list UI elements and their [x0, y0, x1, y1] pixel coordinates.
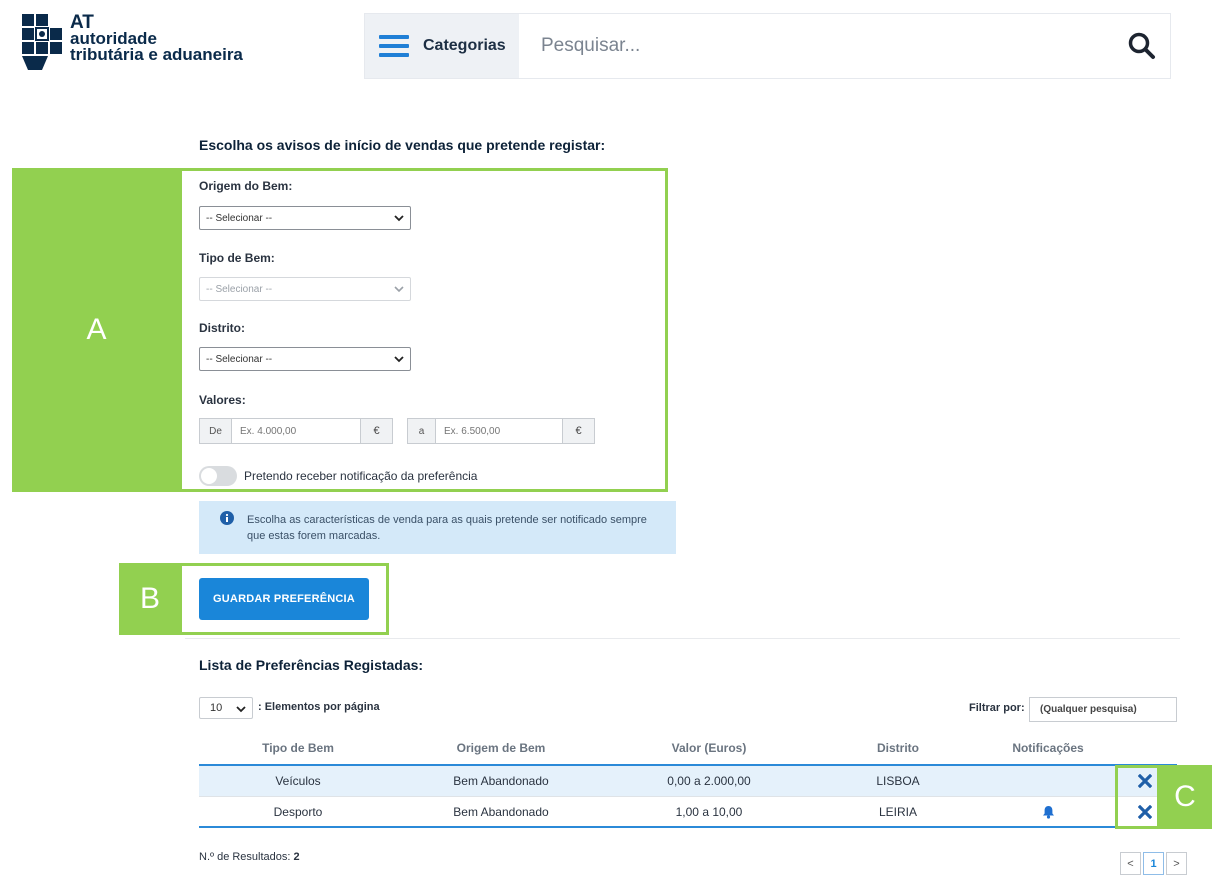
cell-origem: Bem Abandonado — [453, 804, 549, 819]
search-icon[interactable] — [1127, 31, 1157, 61]
toggle-knob — [201, 468, 217, 484]
cell-notificacoes — [983, 766, 1113, 796]
cell-tipo: Veículos — [275, 774, 321, 788]
annotation-c: C — [1158, 765, 1212, 829]
cell-valor: 1,00 a 10,00 — [675, 804, 743, 819]
cell-distrito: LEIRIA — [878, 804, 917, 819]
distrito-label: Distrito: — [199, 321, 245, 335]
save-preference-button[interactable]: GUARDAR PREFERÊNCIA — [199, 578, 369, 620]
origem-select-value: -- Selecionar -- — [206, 212, 273, 224]
results-count: N.º de Resultados: 2 — [199, 851, 300, 863]
notification-toggle[interactable] — [199, 466, 237, 486]
results-label: N.º de Resultados: — [199, 851, 291, 863]
divider — [185, 638, 1180, 639]
value-from-group: De € — [199, 418, 393, 444]
tipo-select[interactable]: -- Selecionar -- — [199, 277, 411, 301]
filter-label: Filtrar por: — [969, 702, 1025, 714]
tipo-label: Tipo de Bem: — [199, 251, 275, 265]
chevron-down-icon — [394, 286, 404, 293]
search-bar: Categorias — [364, 13, 1171, 79]
table-row: Desporto Bem Abandonado 1,00 a 10,00 LEI… — [199, 797, 1177, 828]
annotation-c-label: C — [1174, 780, 1196, 813]
cell-origem: Bem Abandonado — [453, 774, 549, 788]
notification-toggle-label: Pretendo receber notificação da preferên… — [244, 469, 478, 483]
list-title: Lista de Preferências Registadas: — [199, 657, 424, 673]
results-value: 2 — [293, 851, 300, 863]
tipo-select-value: -- Selecionar -- — [206, 283, 273, 295]
cell-notificacoes — [983, 797, 1113, 826]
annotation-a-label: A — [86, 313, 107, 346]
value-to-prefix: a — [408, 419, 436, 443]
column-header-origem[interactable]: Origem de Bem — [397, 732, 605, 764]
form-title: Escolha os avisos de início de vendas qu… — [199, 137, 606, 153]
cell-distrito: LISBOA — [876, 774, 920, 788]
categories-button[interactable]: Categorias — [365, 14, 519, 78]
value-from-input[interactable] — [232, 419, 360, 443]
origem-label: Origem do Bem: — [199, 179, 293, 193]
logo-text: AT autoridade tributária e aduaneira — [70, 13, 243, 64]
info-message: Escolha as características de venda para… — [199, 501, 676, 554]
cell-valor: 0,00 a 2.000,00 — [667, 774, 751, 788]
value-from-prefix: De — [200, 419, 232, 443]
filter-input[interactable] — [1029, 697, 1177, 722]
euro-icon: € — [360, 419, 392, 443]
search-input[interactable] — [541, 30, 1081, 62]
annotation-b-label: B — [139, 582, 160, 615]
pagination-next-button[interactable]: > — [1166, 852, 1187, 875]
pagination-page-1[interactable]: 1 — [1143, 852, 1164, 875]
origem-select[interactable]: -- Selecionar -- — [199, 206, 411, 230]
preferences-table: Tipo de Bem Origem de Bem Valor (Euros) … — [199, 732, 1177, 828]
distrito-select-value: -- Selecionar -- — [206, 353, 273, 365]
page-size-label: : Elementos por página — [258, 701, 380, 713]
column-header-tipo[interactable]: Tipo de Bem — [199, 732, 397, 764]
at-logo[interactable]: AT autoridade tributária e aduaneira — [20, 12, 270, 76]
value-to-group: a € — [407, 418, 595, 444]
page-size-value: 10 — [210, 702, 223, 714]
annotation-c-frame — [1115, 765, 1160, 829]
pagination-prev-button[interactable]: < — [1120, 852, 1141, 875]
chevron-down-icon — [236, 706, 246, 713]
valores-label: Valores: — [199, 393, 246, 407]
column-header-notificacoes[interactable]: Notificações — [983, 732, 1113, 764]
at-logo-icon — [22, 14, 62, 70]
cell-tipo: Desporto — [273, 804, 323, 819]
column-header-valor[interactable]: Valor (Euros) — [605, 732, 813, 764]
chevron-down-icon — [394, 215, 404, 222]
logo-line-3: tributária e aduaneira — [70, 45, 243, 64]
page-size-select[interactable]: 10 — [199, 697, 253, 719]
annotation-b: B — [119, 563, 181, 635]
table-row: Veículos Bem Abandonado 0,00 a 2.000,00 … — [199, 766, 1177, 797]
bell-icon — [1042, 805, 1054, 819]
table-header: Tipo de Bem Origem de Bem Valor (Euros) … — [199, 732, 1177, 766]
categories-label: Categorias — [423, 37, 506, 54]
annotation-a: A — [12, 168, 181, 492]
chevron-down-icon — [394, 356, 404, 363]
column-header-distrito[interactable]: Distrito — [813, 732, 983, 764]
value-to-input[interactable] — [436, 419, 562, 443]
info-text: Escolha as características de venda para… — [247, 514, 647, 542]
euro-icon: € — [562, 419, 594, 443]
info-icon — [220, 511, 234, 525]
hamburger-icon — [379, 35, 409, 57]
distrito-select[interactable]: -- Selecionar -- — [199, 347, 411, 371]
